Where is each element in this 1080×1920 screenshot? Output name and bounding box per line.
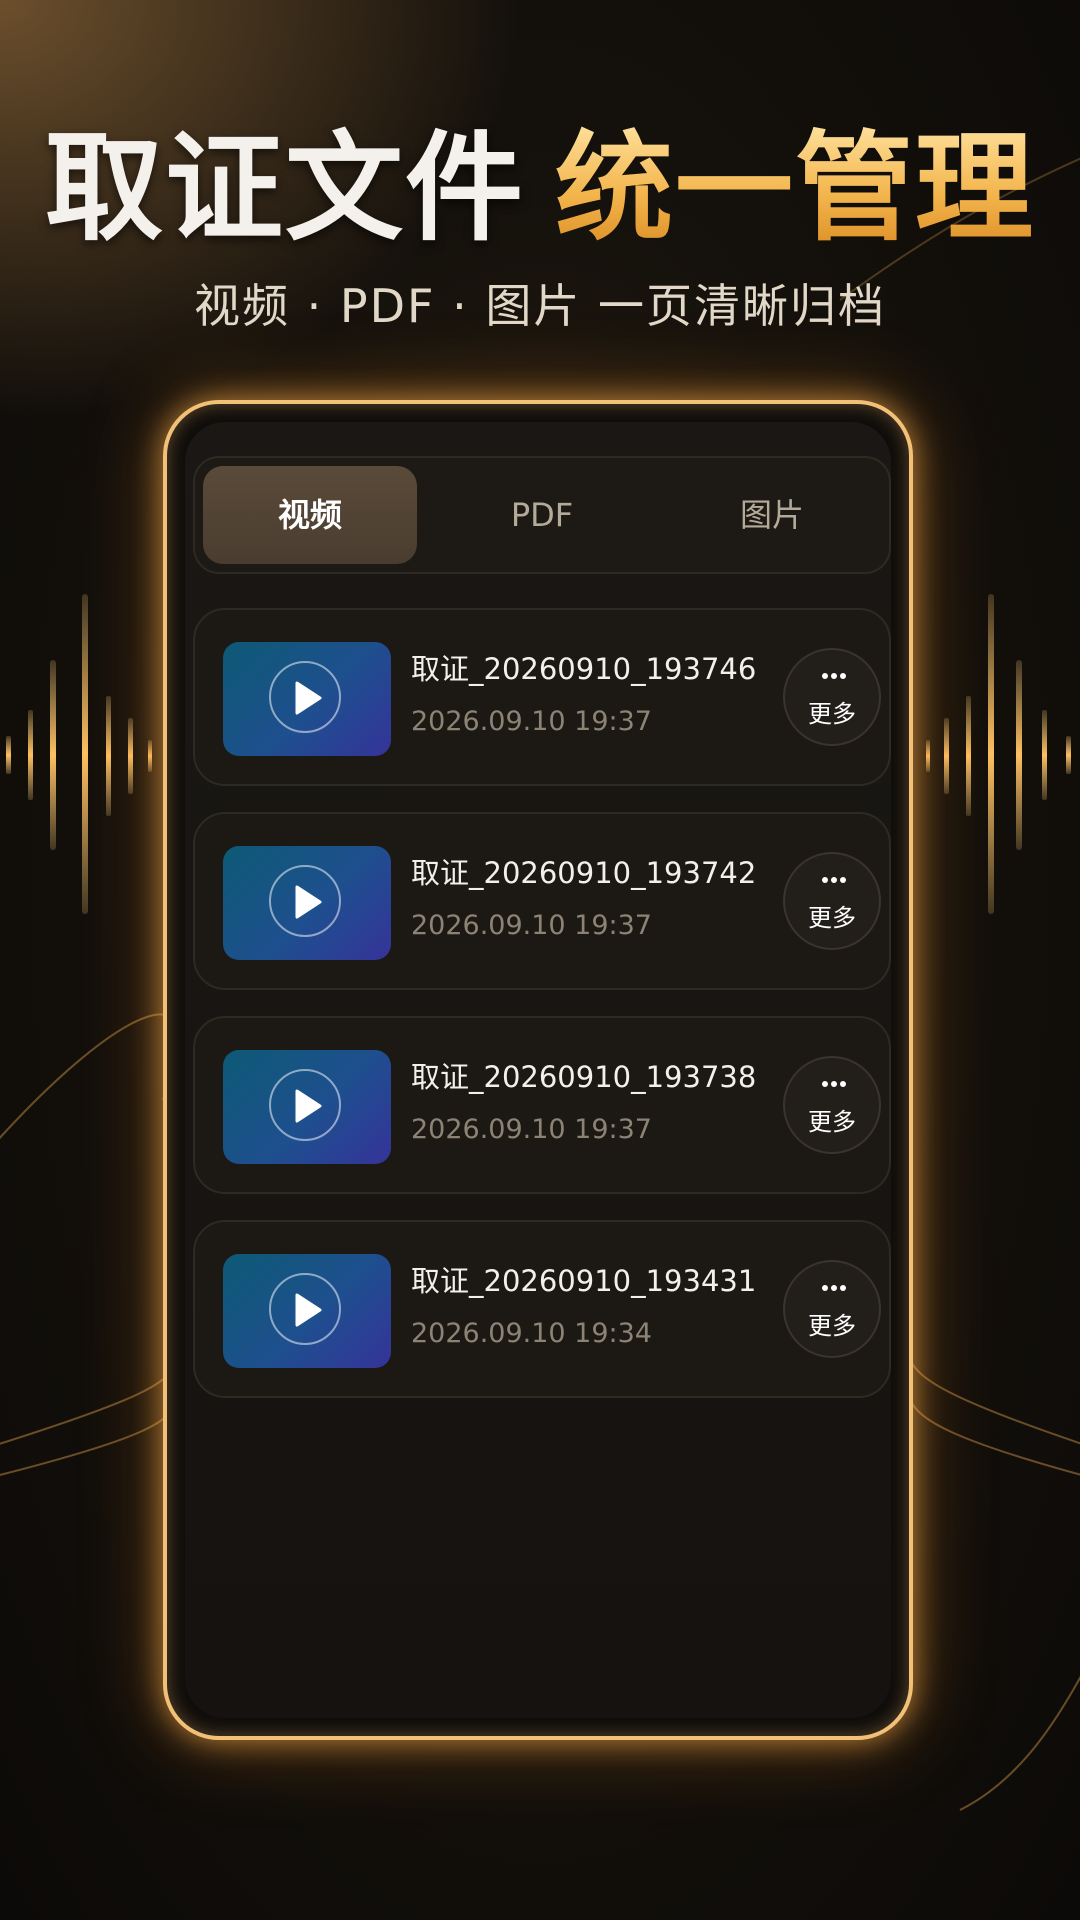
file-card[interactable]: 取证_20260910_193746 2026.09.10 19:37 更多 (193, 608, 891, 786)
more-dots-icon (822, 1285, 846, 1291)
more-dots-icon (822, 1081, 846, 1087)
file-name: 取证_20260910_193738 (411, 1060, 757, 1094)
headline-accent: 统一管理 (555, 119, 1036, 257)
more-label: 更多 (808, 1108, 856, 1136)
video-thumbnail[interactable] (223, 642, 391, 756)
more-button[interactable]: 更多 (783, 1260, 881, 1358)
more-dots-icon (822, 673, 846, 679)
more-dots-icon (822, 877, 846, 883)
subtitle: 视频 · PDF · 图片 一页清晰归档 (194, 279, 886, 333)
more-label: 更多 (808, 700, 856, 728)
file-name: 取证_20260910_193742 (411, 856, 757, 890)
tab-video[interactable]: 视频 (203, 466, 417, 564)
more-button[interactable]: 更多 (783, 648, 881, 746)
play-icon[interactable] (269, 1273, 341, 1345)
tab-bar: 视频 PDF 图片 (193, 456, 891, 574)
phone-frame: 视频 PDF 图片 取证_20260910_193746 2026.09.10 … (163, 400, 913, 1740)
phone-screen: 视频 PDF 图片 取证_20260910_193746 2026.09.10 … (185, 422, 891, 1718)
file-date: 2026.09.10 19:37 (411, 910, 652, 941)
file-date: 2026.09.10 19:37 (411, 1114, 652, 1145)
video-thumbnail[interactable] (223, 1254, 391, 1368)
play-icon[interactable] (269, 865, 341, 937)
file-name: 取证_20260910_193431 (411, 1264, 757, 1298)
file-date: 2026.09.10 19:34 (411, 1318, 652, 1349)
play-icon[interactable] (269, 661, 341, 733)
headline-primary: 取证文件 (44, 119, 525, 257)
file-date: 2026.09.10 19:37 (411, 706, 652, 737)
more-label: 更多 (808, 1312, 856, 1340)
more-button[interactable]: 更多 (783, 852, 881, 950)
file-card[interactable]: 取证_20260910_193431 2026.09.10 19:34 更多 (193, 1220, 891, 1398)
play-icon[interactable] (269, 1069, 341, 1141)
more-label: 更多 (808, 904, 856, 932)
video-thumbnail[interactable] (223, 1050, 391, 1164)
file-card[interactable]: 取证_20260910_193738 2026.09.10 19:37 更多 (193, 1016, 891, 1194)
file-card[interactable]: 取证_20260910_193742 2026.09.10 19:37 更多 (193, 812, 891, 990)
file-name: 取证_20260910_193746 (411, 652, 757, 686)
headline: 取证文件 统一管理 (0, 118, 1080, 258)
video-thumbnail[interactable] (223, 846, 391, 960)
tab-pdf[interactable]: PDF (435, 466, 649, 564)
more-button[interactable]: 更多 (783, 1056, 881, 1154)
tab-image[interactable]: 图片 (665, 466, 879, 564)
